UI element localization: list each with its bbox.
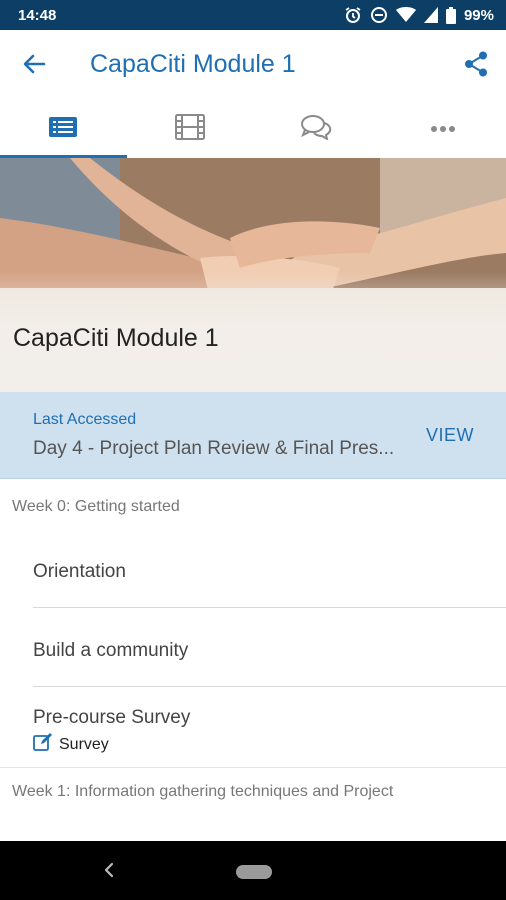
list-item-title: Build a community (33, 640, 189, 661)
film-icon (174, 113, 205, 145)
list-item-title: Orientation (33, 561, 126, 582)
more-icon (430, 120, 456, 138)
section-divider (0, 767, 506, 768)
app-bar: CapaCiti Module 1 (0, 30, 506, 100)
list-item-pre-course-survey[interactable]: Pre-course Survey Survey (33, 687, 506, 767)
edit-icon (33, 733, 53, 756)
course-title: CapaCiti Module 1 (13, 324, 219, 352)
last-accessed-label: Last Accessed (33, 411, 137, 428)
tab-media[interactable] (127, 100, 254, 158)
battery-percent: 99% (463, 6, 494, 24)
do-not-disturb-icon (370, 6, 388, 24)
list-item-title: Pre-course Survey (33, 707, 191, 728)
list-item-orientation[interactable]: Orientation (33, 528, 506, 608)
back-button[interactable] (18, 50, 50, 82)
alarm-icon (344, 6, 362, 24)
section-header: Week 0: Getting started (12, 498, 180, 515)
list-item-build-community[interactable]: Build a community (33, 608, 506, 687)
status-bar: 14:48 99% (0, 0, 506, 30)
status-time: 14:48 (18, 6, 57, 24)
section-header: Week 1: Information gathering techniques… (12, 783, 394, 800)
tab-outline[interactable] (0, 100, 127, 158)
view-button[interactable]: VIEW (426, 425, 474, 446)
course-hero-image: CapaCiti Module 1 (0, 158, 506, 392)
system-navigation-bar (0, 841, 506, 900)
share-icon (464, 51, 488, 82)
signal-icon (423, 7, 438, 23)
chat-icon (300, 114, 332, 145)
tab-more[interactable] (380, 100, 506, 158)
nav-back-icon[interactable] (102, 859, 116, 886)
page-title: CapaCiti Module 1 (90, 50, 296, 78)
tab-bar (0, 100, 506, 158)
activity-type: Survey (33, 733, 506, 756)
battery-icon (445, 6, 456, 24)
tab-forum[interactable] (253, 100, 380, 158)
share-button[interactable] (460, 50, 492, 82)
activity-type-label: Survey (59, 735, 109, 753)
arrow-left-icon (22, 53, 46, 80)
status-icons: 99% (344, 6, 494, 24)
wifi-icon (395, 7, 416, 23)
nav-home-pill[interactable] (236, 865, 272, 879)
last-accessed-banner[interactable]: Last Accessed Day 4 - Project Plan Revie… (0, 392, 506, 479)
list-icon (48, 116, 78, 143)
last-accessed-item: Day 4 - Project Plan Review & Final Pres… (33, 438, 395, 459)
